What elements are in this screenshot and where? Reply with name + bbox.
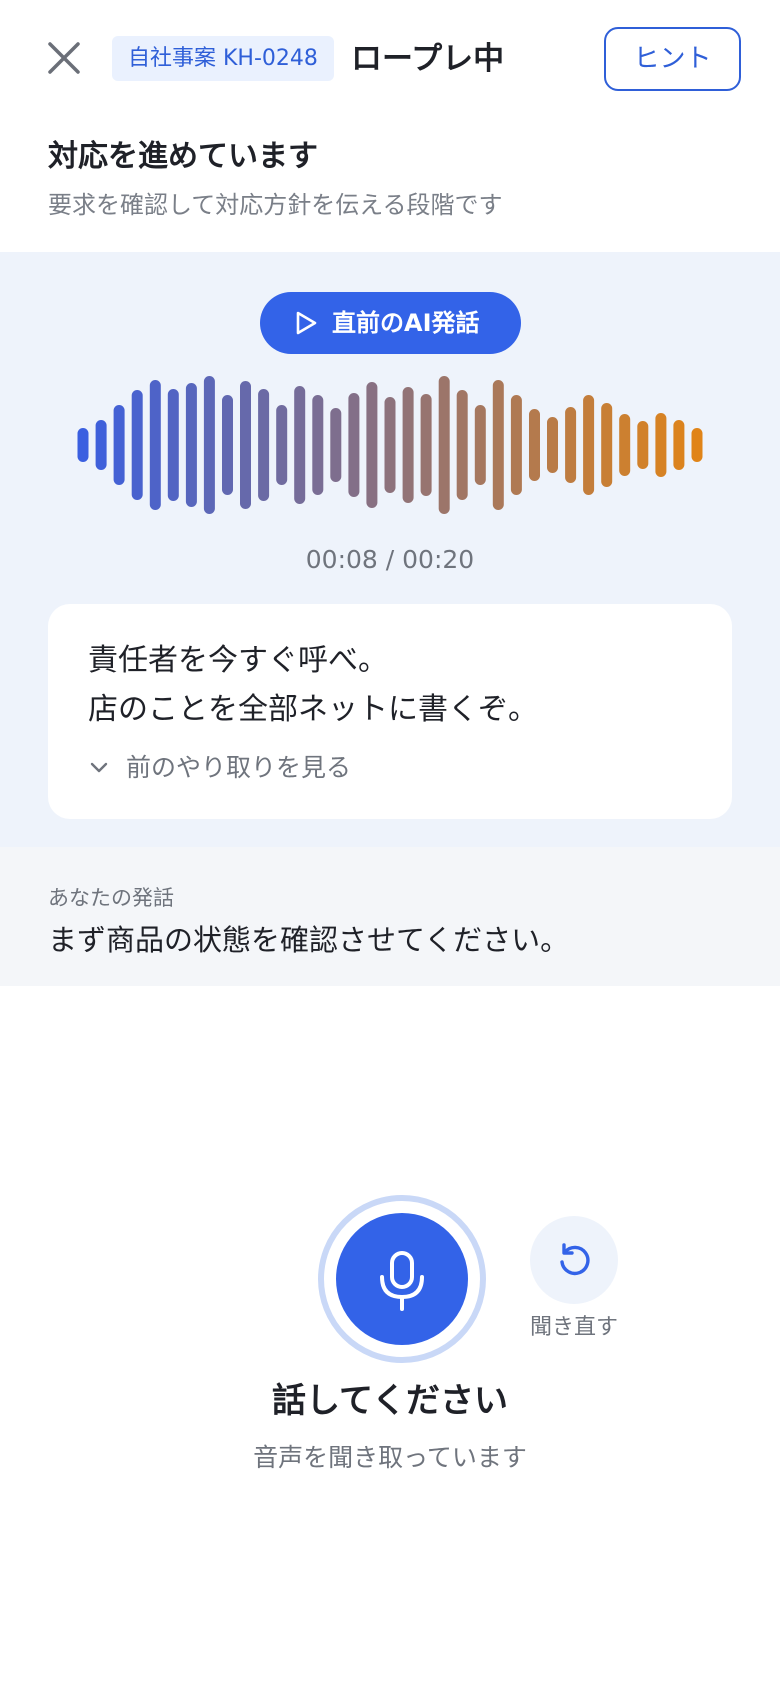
- waveform-bar: [402, 387, 414, 503]
- waveform-bar: [330, 408, 342, 482]
- waveform-bar: [185, 383, 197, 507]
- waveform-bar: [565, 407, 577, 483]
- user-utterance-panel: あなたの発話 まず商品の状態を確認させてください。: [0, 847, 780, 986]
- waveform-bar: [438, 376, 450, 514]
- page-title: ロープレ中: [351, 41, 505, 77]
- waveform-bar: [240, 381, 251, 509]
- waveform-bar: [258, 389, 270, 501]
- waveform-bar: [601, 403, 613, 487]
- relisten-label: 聞き直す: [529, 1315, 618, 1340]
- waveform-bar: [77, 428, 89, 462]
- phase-subtitle: 要求を確認して対応方針を伝える段階です: [48, 191, 503, 219]
- microphone-core: [336, 1213, 468, 1345]
- phase-title: 対応を進めています: [48, 139, 318, 174]
- play-last-ai-button[interactable]: 直前のAI発話: [260, 292, 521, 354]
- phase-section: 対応を進めています 要求を確認して対応方針を伝える段階です: [48, 136, 738, 222]
- close-icon: [48, 42, 80, 74]
- waveform-bar: [510, 395, 522, 495]
- user-utterance-label: あなたの発話: [48, 886, 174, 910]
- waveform-bar: [384, 397, 396, 493]
- ai-message-card: 責任者を今すぐ呼べ。 店のことを全部ネットに書くぞ。 前のやり取りを見る: [48, 604, 732, 819]
- hint-button[interactable]: ヒント: [604, 27, 741, 91]
- playback-time: 00:08 / 00:20: [305, 545, 475, 574]
- play-icon: [296, 311, 317, 335]
- waveform-bar: [366, 382, 378, 508]
- waveform-bar: [95, 420, 107, 470]
- waveform-bar: [474, 405, 486, 485]
- top-bar: 自社事案 KH-0248 ロープレ中 ヒント: [0, 0, 780, 120]
- close-button[interactable]: [44, 38, 84, 78]
- user-utterance-text: まず商品の状態を確認させてください。: [48, 923, 570, 957]
- speak-prompt-title: 話してください: [272, 1381, 508, 1421]
- waveform-bar: [203, 376, 215, 514]
- replay-icon: [560, 1243, 590, 1276]
- waveform-bar: [673, 420, 685, 470]
- waveform-bar: [420, 394, 432, 496]
- waveform-bar: [294, 386, 306, 504]
- waveform-bar: [655, 413, 667, 477]
- waveform-bar: [222, 395, 233, 495]
- waveform-bar: [619, 414, 631, 476]
- relisten-button[interactable]: [530, 1216, 618, 1304]
- chevron-down-icon: [90, 762, 108, 773]
- ai-utterance-panel: 直前のAI発話 00:08 / 00:20 責任者を今すぐ呼べ。 店のことを全部…: [0, 252, 780, 847]
- waveform-bar: [312, 395, 324, 495]
- audio-waveform: [77, 376, 703, 514]
- waveform-bar: [492, 380, 504, 510]
- ai-message-line: 責任者を今すぐ呼べ。: [88, 643, 388, 678]
- waveform-bar: [348, 393, 360, 497]
- waveform-bar: [583, 395, 595, 495]
- speak-prompt-subtitle: 音声を聞き取っています: [253, 1443, 527, 1472]
- waveform-bar: [167, 389, 179, 501]
- waveform-bar: [456, 390, 468, 500]
- ai-message-line: 店のことを全部ネットに書くぞ。: [88, 692, 538, 727]
- waveform-bar: [113, 405, 125, 485]
- waveform-bar: [131, 390, 143, 500]
- waveform-bar: [529, 409, 540, 481]
- waveform-bar: [547, 417, 558, 473]
- microphone-icon: [380, 1251, 424, 1311]
- waveform-bar: [691, 428, 703, 462]
- previous-exchange-toggle[interactable]: 前のやり取りを見る: [88, 750, 351, 786]
- previous-exchange-label: 前のやり取りを見る: [126, 753, 352, 782]
- waveform-bar: [149, 380, 161, 510]
- waveform-bar: [637, 421, 649, 469]
- case-badge: 自社事案 KH-0248: [112, 36, 334, 81]
- play-label: 直前のAI発話: [332, 309, 480, 337]
- microphone-button[interactable]: [318, 1195, 486, 1363]
- waveform-bar: [276, 405, 288, 485]
